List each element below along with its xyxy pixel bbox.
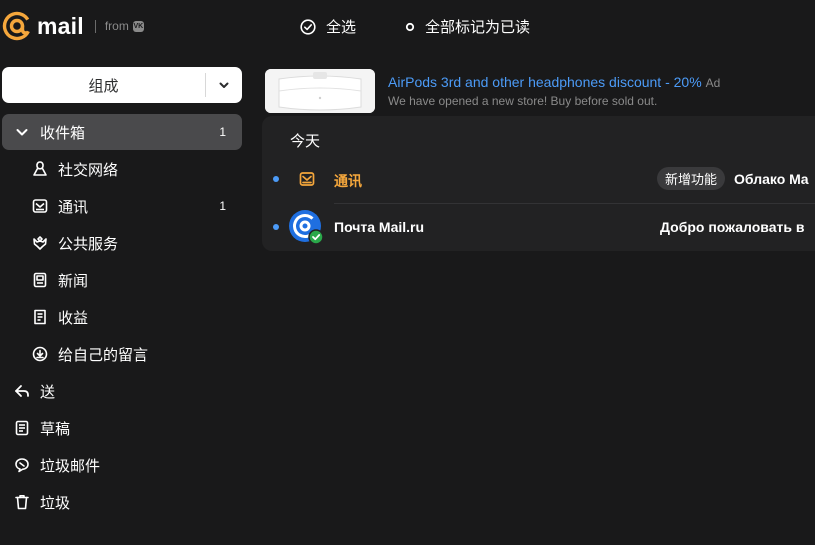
folder-sent[interactable]: 送: [2, 373, 242, 409]
draft-icon: [12, 418, 32, 438]
ad-title-text: AirPods 3rd and other headphones discoun…: [388, 74, 702, 90]
chevron-down-icon[interactable]: [12, 122, 32, 142]
unread-dot-icon[interactable]: [273, 176, 279, 182]
folder-social[interactable]: 社交网络: [2, 151, 242, 187]
folder-label: 通讯: [58, 198, 89, 216]
top-bar: mail from VK 全选 全部标记为已读: [0, 0, 815, 54]
folder-label: 给自己的留言: [58, 346, 149, 364]
compose-dropdown-button[interactable]: [206, 67, 242, 103]
chevron-down-icon: [219, 82, 229, 88]
mark-all-read-button[interactable]: 全部标记为已读: [405, 16, 530, 37]
folder-label: 社交网络: [58, 161, 119, 179]
mail-ru-avatar-icon: [289, 210, 323, 244]
logo-text: mail: [37, 12, 84, 39]
unread-count: 1: [219, 199, 226, 213]
select-all-button[interactable]: 全选: [300, 16, 356, 37]
select-all-label: 全选: [326, 19, 357, 36]
check-circle-icon: [300, 18, 316, 35]
message-sender: 通讯: [334, 173, 362, 189]
message-row[interactable]: Почта Mail.ru Добро пожаловать в: [262, 204, 815, 250]
folder-label: 收益: [58, 309, 89, 327]
message-subject: Облако Ma: [734, 171, 809, 187]
folder-trash[interactable]: 垃圾: [2, 484, 242, 520]
unread-count: 1: [219, 125, 226, 139]
compose-button-group: 组成: [2, 67, 242, 103]
message-sender: Почта Mail.ru: [334, 219, 425, 235]
inbox-arrow-icon: [30, 344, 50, 364]
folder-newsletters[interactable]: 通讯 1: [2, 188, 242, 224]
folder-label: 新闻: [58, 272, 89, 290]
compose-button[interactable]: 组成: [2, 67, 205, 103]
folder-label: 收件箱: [40, 124, 86, 142]
folder-label: 送: [40, 383, 56, 401]
ad-description: We have opened a new store! Buy before s…: [388, 94, 658, 108]
unread-dot-icon[interactable]: [273, 224, 279, 230]
folder-drafts[interactable]: 草稿: [2, 410, 242, 446]
new-feature-badge: 新增功能: [657, 167, 726, 190]
social-icon: [30, 159, 50, 179]
folder-public-services[interactable]: 公共服务: [2, 225, 242, 261]
read-dot-icon: [405, 22, 415, 31]
folder-earnings[interactable]: 收益: [2, 299, 242, 335]
folder-news[interactable]: 新闻: [2, 262, 242, 298]
sent-icon: [12, 381, 32, 401]
newsletter-icon: [30, 196, 50, 216]
day-group-header: 今天: [290, 133, 321, 150]
ad-banner[interactable]: AirPods 3rd and other headphones discoun…: [264, 68, 815, 114]
emblem-icon: [30, 233, 50, 253]
mail-logo[interactable]: mail from VK: [2, 11, 144, 41]
airpods-ad-image: [265, 69, 375, 113]
spam-icon: [12, 455, 32, 475]
folder-notes-to-self[interactable]: 给自己的留言: [2, 336, 242, 372]
logo-divider: [94, 19, 96, 33]
news-icon: [30, 270, 50, 290]
message-list: 今天 通讯 新增功能 Облако Ma Почта Mail.ru Добро…: [262, 116, 815, 251]
at-logo-icon: [2, 11, 32, 41]
message-subject: Добро пожаловать в: [660, 219, 805, 235]
logo-from-text: from: [104, 19, 129, 33]
folder-label: 垃圾: [40, 494, 71, 512]
ad-label: Ad: [705, 76, 721, 90]
folder-label: 公共服务: [58, 235, 119, 253]
folder-spam[interactable]: 垃圾邮件: [2, 447, 242, 483]
trash-icon: [12, 492, 32, 512]
compose-label: 组成: [88, 77, 119, 95]
message-row[interactable]: 通讯 新增功能 Облако Ma: [262, 156, 815, 202]
ad-title-link[interactable]: AirPods 3rd and other headphones discoun…: [388, 74, 720, 90]
folder-inbox[interactable]: 收件箱 1: [2, 114, 242, 150]
newsletter-icon: [299, 172, 315, 186]
mark-all-read-label: 全部标记为已读: [425, 19, 531, 36]
vk-logo-icon: VK: [132, 20, 144, 32]
folder-label: 草稿: [40, 420, 71, 438]
folder-label: 垃圾邮件: [40, 457, 101, 475]
receipt-icon: [30, 307, 50, 327]
